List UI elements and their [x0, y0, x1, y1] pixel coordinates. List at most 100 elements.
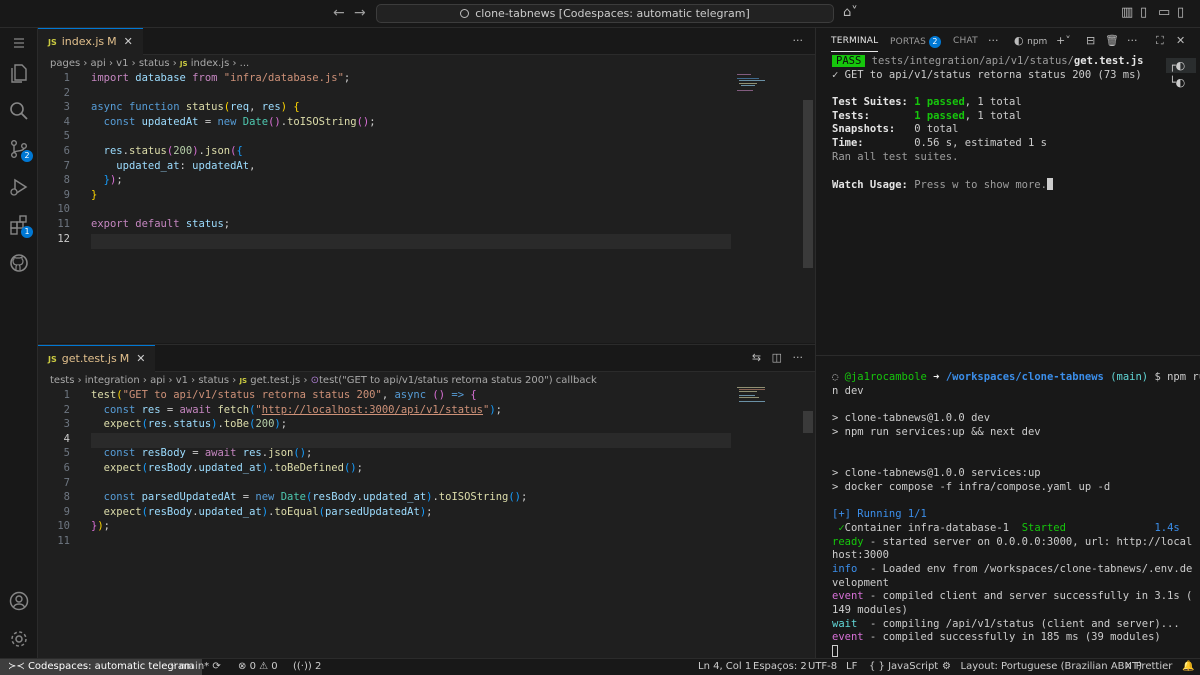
tab-index-js[interactable]: JS index.js M ✕	[38, 28, 143, 55]
toggle-panel-icon[interactable]: ▭	[1158, 5, 1170, 20]
accounts-icon[interactable]	[8, 590, 30, 612]
more-tabs-icon[interactable]: ···	[988, 34, 999, 47]
code-line[interactable]: async function status(req, res) {	[91, 101, 300, 113]
remote-icon: ≻≺	[8, 661, 25, 672]
terminal-split-divider[interactable]	[816, 355, 1200, 356]
forwarded-ports-indicator[interactable]: ((·)) 2	[293, 659, 321, 675]
extensions-badge: 1	[21, 226, 33, 238]
copilot-icon[interactable]: ⌂˅	[843, 5, 858, 20]
new-terminal-icon[interactable]: +˅	[1056, 34, 1071, 47]
more-actions-icon[interactable]: ···	[793, 34, 804, 47]
github-icon[interactable]	[8, 252, 30, 274]
minimap[interactable]	[737, 387, 767, 405]
search-icon	[460, 9, 470, 18]
code-line[interactable]: const resBody = await res.json();	[91, 447, 313, 459]
explorer-icon[interactable]	[8, 62, 30, 84]
code-line[interactable]: const parsedUpdatedAt = new Date(resBody…	[91, 491, 528, 503]
extensions-icon[interactable]: 1	[8, 214, 33, 238]
code-line[interactable]: expect(resBody.updated_at).toBeDefined()…	[91, 462, 363, 474]
cursor-position[interactable]: Ln 4, Col 1	[698, 659, 751, 675]
tab-chat[interactable]: CHAT	[953, 36, 978, 46]
code-line[interactable]: expect(resBody.updated_at).toEqual(parse…	[91, 506, 433, 518]
prettier-status[interactable]: ✓ Prettier	[1124, 659, 1172, 675]
tab-get-test-js[interactable]: JS get.test.js M ✕	[38, 345, 156, 372]
end-of-line[interactable]: LF	[846, 659, 857, 675]
menu-icon[interactable]	[8, 32, 30, 54]
code-line[interactable]: updated_at: updatedAt,	[91, 160, 255, 172]
breadcrumb: tests › integration › api › v1 › status …	[50, 375, 597, 386]
back-arrow-icon[interactable]: ←	[333, 5, 345, 21]
keyboard-layout[interactable]: ⚙ Layout: Portuguese (Brazilian ABNT)	[942, 659, 1142, 675]
customize-layout-icon[interactable]: ▥	[1121, 5, 1133, 20]
close-icon[interactable]: ✕	[136, 352, 145, 365]
notifications-bell-icon[interactable]: 🔔	[1182, 659, 1194, 675]
command-center-search[interactable]: clone-tabnews [Codespaces: automatic tel…	[376, 4, 834, 23]
javascript-file-icon: JS	[48, 355, 57, 364]
search-icon[interactable]	[8, 100, 30, 122]
code-line[interactable]: const updatedAt = new Date().toISOString…	[91, 116, 376, 128]
editor-actions: ⇆ ◫ ···	[752, 351, 803, 364]
warning-icon: ⚠	[259, 661, 269, 672]
language-mode[interactable]: { } JavaScript	[869, 659, 938, 675]
split-editor-icon[interactable]: ◫	[772, 351, 782, 364]
more-actions-icon[interactable]: ···	[1127, 34, 1138, 47]
terminal-panel: TERMINAL PORTAS 2 CHAT ··· ◐ npm +˅ ⊟ 🗑 ·…	[815, 28, 1200, 658]
editor-tab-bar: JS index.js M ✕ ···	[38, 28, 815, 55]
symbol-icon: ⊙	[310, 375, 320, 386]
tab-terminal[interactable]: TERMINAL	[831, 36, 879, 52]
split-terminal-icon[interactable]: ⊟	[1086, 34, 1095, 47]
run-debug-icon[interactable]	[8, 176, 30, 198]
editor-scrollbar[interactable]	[803, 100, 813, 268]
title-bar: ← → clone-tabnews [Codespaces: automatic…	[0, 0, 1200, 28]
code-line[interactable]: expect(res.status).toBe(200);	[91, 418, 287, 430]
more-actions-icon[interactable]: ···	[793, 351, 804, 364]
trash-icon[interactable]: 🗑	[1105, 34, 1119, 47]
terminal-cursor	[1046, 178, 1053, 191]
terminal-npm-selector[interactable]: ◐ npm	[1014, 34, 1047, 47]
code-line[interactable]: const res = await fetch("http://localhos…	[91, 404, 502, 416]
pass-badge: PASS	[832, 55, 866, 67]
terminal-icon: ◐	[1014, 34, 1024, 47]
code-line[interactable]: });	[91, 520, 110, 532]
prompt-arrow-icon: ◌	[832, 371, 839, 383]
encoding[interactable]: UTF-8	[808, 659, 837, 675]
code-line[interactable]: export default status;	[91, 218, 230, 230]
gear-icon: ⚙	[942, 661, 951, 672]
current-line-highlight	[91, 433, 731, 448]
close-icon[interactable]: ✕	[124, 35, 133, 48]
code-line[interactable]: res.status(200).json({	[91, 145, 243, 157]
code-line[interactable]: import database from "infra/database.js"…	[91, 72, 350, 84]
editor-group-bottom: JS get.test.js M ✕ ⇆ ◫ ··· tests › integrat…	[38, 344, 815, 658]
panel-tab-bar: TERMINAL PORTAS 2 CHAT ··· ◐ npm +˅ ⊟ 🗑 ·…	[816, 28, 1200, 55]
ports-badge: 2	[928, 36, 941, 48]
terminal-list-item-1[interactable]: ┌◐	[1166, 58, 1196, 73]
terminal-list-item-2[interactable]: └◐	[1166, 75, 1196, 90]
javascript-file-icon: JS	[179, 60, 188, 68]
javascript-file-icon: JS	[239, 377, 248, 385]
code-line[interactable]: }	[91, 189, 97, 201]
source-control-badge: 2	[21, 150, 33, 162]
branch-indicator[interactable]: ⑂ main* ⟳	[170, 659, 221, 675]
forward-arrow-icon[interactable]: →	[354, 5, 366, 21]
close-panel-icon[interactable]: ✕	[1176, 34, 1185, 47]
maximize-panel-icon[interactable]: ⛶	[1156, 34, 1164, 48]
braces-icon: { }	[869, 661, 885, 672]
indentation[interactable]: Espaços: 2	[753, 659, 807, 675]
terminal-list: ┌◐ └◐	[1166, 58, 1196, 90]
toggle-sidebar-icon[interactable]: ▯	[1140, 5, 1147, 20]
tab-ports[interactable]: PORTAS 2	[890, 36, 941, 48]
minimap[interactable]	[737, 74, 767, 92]
sync-icon[interactable]: ⟳	[212, 661, 220, 672]
code-line[interactable]: });	[91, 174, 123, 186]
current-line-highlight	[91, 234, 731, 249]
problems-indicator[interactable]: ⊗ 0 ⚠ 0	[238, 659, 278, 675]
branch-icon: ⑂	[170, 661, 176, 672]
code-line[interactable]: test("GET to api/v1/status retorna statu…	[91, 389, 477, 401]
source-control-icon[interactable]: 2	[8, 138, 33, 162]
toggle-secondary-sidebar-icon[interactable]: ▯	[1177, 5, 1184, 20]
compare-icon[interactable]: ⇆	[752, 351, 761, 364]
check-double-icon: ✓	[1124, 661, 1133, 672]
settings-gear-icon[interactable]	[8, 628, 30, 650]
javascript-file-icon: JS	[48, 38, 57, 47]
editor-scrollbar[interactable]	[803, 411, 813, 433]
